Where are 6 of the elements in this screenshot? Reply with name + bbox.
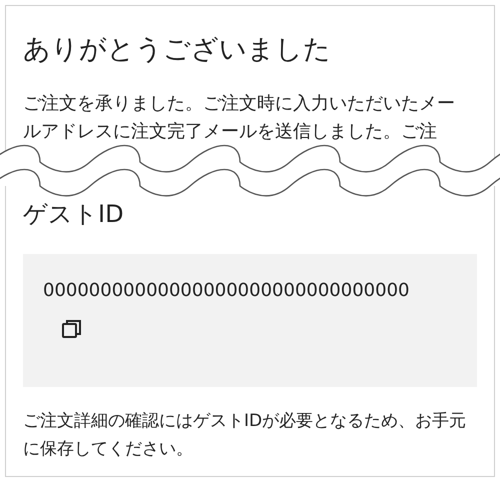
save-note: ご注文詳細の確認にはゲストIDが必要となるため、お手元に保存してください。 bbox=[23, 410, 468, 461]
guest-id-value: 00000000000000000000000000000000 bbox=[43, 279, 410, 303]
copy-icon[interactable] bbox=[61, 318, 83, 340]
thank-you-title: ありがとうございました bbox=[23, 33, 332, 67]
order-message: ご注文を承りました。ご注文時に入力いただいたメールアドレスに注文完了メールを送信しました。ご注 bbox=[23, 92, 456, 144]
guest-id-heading: ゲストID bbox=[23, 199, 125, 230]
